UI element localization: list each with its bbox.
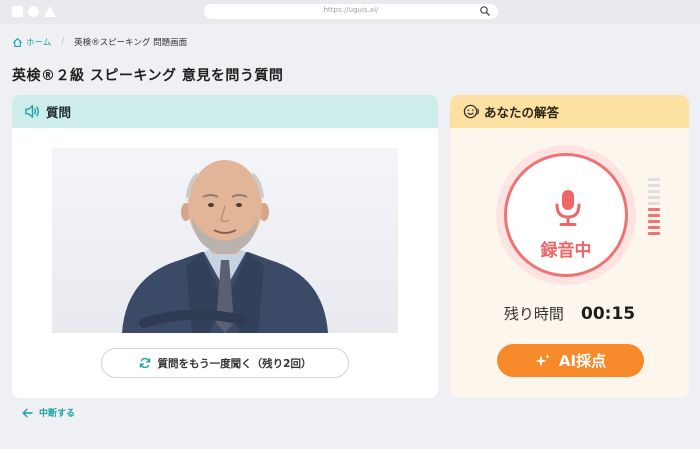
search-icon[interactable]	[479, 5, 491, 17]
recording-ring: 録音中	[504, 153, 628, 277]
replay-question-button[interactable]: 質問をもう一度聞く（残り2回）	[101, 348, 349, 378]
ai-score-button[interactable]: AI採点	[497, 344, 644, 377]
microphone-icon	[555, 190, 581, 226]
arrow-left-icon	[22, 408, 33, 417]
question-panel: 質問 質問をもう一度聞く（残り2回）	[12, 95, 438, 398]
ai-score-label: AI採点	[558, 352, 607, 370]
level-bar	[648, 184, 660, 187]
question-photo	[52, 148, 398, 333]
abort-link[interactable]: 中断する	[22, 406, 75, 419]
page-title: 英検®２級 スピーキング 意見を問う質問	[12, 68, 284, 84]
answer-panel: あなたの解答 録音中 残り時間 00:15 AI採点	[450, 95, 689, 398]
replay-question-label: 質問をもう一度聞く（残り2回）	[157, 357, 312, 370]
question-panel-title: 質問	[46, 105, 72, 120]
level-bar	[648, 208, 660, 211]
remaining-time: 残り時間 00:15	[450, 303, 689, 324]
remaining-time-value: 00:15	[580, 304, 636, 324]
browser-chrome: https://uguis.ai/	[0, 0, 700, 24]
answer-panel-title: あなたの解答	[484, 105, 560, 120]
breadcrumb: ホーム / 英検®スピーキング 問題画面	[12, 36, 187, 48]
url-text: https://uguis.ai/	[323, 6, 379, 14]
level-bar	[648, 202, 660, 205]
home-icon[interactable]	[12, 37, 23, 48]
remaining-time-label: 残り時間	[503, 305, 564, 323]
level-bar	[648, 220, 660, 223]
breadcrumb-separator: /	[61, 37, 65, 47]
recording-indicator[interactable]: 録音中	[496, 145, 636, 285]
sparkle-icon	[534, 353, 550, 367]
window-circle-icon[interactable]	[28, 6, 39, 17]
refresh-icon	[139, 357, 150, 369]
level-bar	[648, 196, 660, 199]
address-bar[interactable]: https://uguis.ai/	[204, 4, 498, 19]
level-bar	[648, 190, 660, 193]
breadcrumb-current: 英検®スピーキング 問題画面	[74, 38, 188, 48]
speaker-icon	[25, 105, 39, 118]
man-portrait-image	[122, 160, 328, 333]
level-bar	[648, 178, 660, 181]
level-bar	[648, 226, 660, 229]
window-triangle-icon[interactable]	[44, 6, 56, 17]
recording-label: 録音中	[540, 241, 592, 261]
breadcrumb-home-link[interactable]: ホーム	[26, 36, 51, 48]
level-bar	[648, 232, 660, 235]
smile-icon	[463, 104, 479, 119]
answer-panel-header: あなたの解答	[450, 95, 689, 128]
level-bar	[648, 214, 660, 217]
window-square-icon[interactable]	[12, 6, 23, 17]
abort-label: 中断する	[39, 409, 76, 419]
question-panel-header: 質問	[12, 95, 438, 128]
audio-level-meter	[648, 178, 660, 238]
